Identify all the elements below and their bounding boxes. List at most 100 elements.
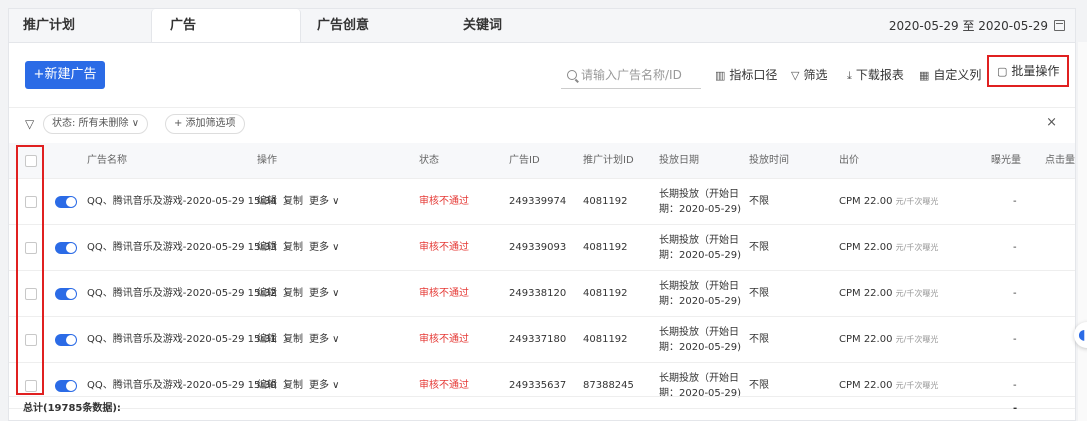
- schedule-date: 长期投放（开始日 期：2020-05-29): [659, 317, 741, 363]
- ad-name[interactable]: QQ、腾讯音乐及游戏-2020-05-29 15:34: [87, 179, 276, 225]
- col-exposure[interactable]: 曝光量: [991, 143, 1021, 179]
- columns-icon: ▦: [919, 69, 930, 82]
- schedule-time: 不限: [749, 288, 769, 299]
- ad-name[interactable]: QQ、腾讯音乐及游戏-2020-05-29 15:32: [87, 271, 276, 317]
- page-scrollbar[interactable]: [1078, 42, 1087, 421]
- edit-link[interactable]: 编辑: [257, 380, 277, 391]
- schedule-date: 长期投放（开始日 期：2020-05-29): [659, 225, 741, 271]
- more-link[interactable]: 更多 ∨: [309, 380, 340, 391]
- edit-link[interactable]: 编辑: [257, 334, 277, 345]
- funnel-icon: ▽: [25, 117, 35, 131]
- ad-name[interactable]: QQ、腾讯音乐及游戏-2020-05-29 15:33: [87, 225, 276, 271]
- bid-value: CPM 22.00: [839, 334, 893, 345]
- search-input[interactable]: [581, 68, 691, 82]
- copy-link[interactable]: 复制: [283, 288, 303, 299]
- schedule-date-line1: 长期投放（开始日: [659, 281, 739, 292]
- copy-link[interactable]: 复制: [283, 334, 303, 345]
- download-label: 下载报表: [855, 68, 904, 82]
- col-time[interactable]: 投放时间: [749, 143, 789, 179]
- row-toggle[interactable]: [55, 288, 77, 300]
- ad-id: 249339974: [509, 196, 567, 207]
- table-row: QQ、腾讯音乐及游戏-2020-05-29 15:34 编辑 复制 更多 ∨ 审核不…: [9, 179, 1075, 225]
- col-actions: 操作: [257, 155, 277, 166]
- download-icon: ⤓: [847, 69, 852, 82]
- ad-name[interactable]: QQ、腾讯音乐及游戏-2020-05-29 15:31: [87, 317, 276, 363]
- plan-id: 4081192: [583, 242, 628, 253]
- copy-link[interactable]: 复制: [283, 242, 303, 253]
- close-icon[interactable]: ×: [1046, 115, 1057, 130]
- copy-link[interactable]: 复制: [283, 380, 303, 391]
- status-badge: 审核不通过: [419, 334, 469, 345]
- new-ad-button[interactable]: +新建广告: [25, 61, 105, 89]
- schedule-date-line2: 期：2020-05-29): [659, 250, 742, 261]
- col-ad-id[interactable]: 广告ID: [509, 143, 540, 179]
- bid: CPM 22.00 元/千次曝光: [839, 271, 938, 317]
- download-report-button[interactable]: ⤓ 下载报表: [847, 61, 904, 89]
- exposure-value: -: [1013, 242, 1017, 253]
- row-toggle[interactable]: [55, 334, 77, 346]
- plan-id: 4081192: [583, 334, 628, 345]
- copy-link[interactable]: 复制: [283, 196, 303, 207]
- filter-bar: ▽ 状态: 所有未删除 ∨ + 添加筛选项 ×: [9, 107, 1075, 137]
- more-link[interactable]: 更多 ∨: [309, 334, 340, 345]
- edit-link[interactable]: 编辑: [257, 242, 277, 253]
- bid-value: CPM 22.00: [839, 196, 893, 207]
- schedule-date-line2: 期：2020-05-29): [659, 296, 742, 307]
- status-badge: 审核不通过: [419, 196, 469, 207]
- tab-campaigns[interactable]: 推广计划: [23, 9, 75, 43]
- bid: CPM 22.00 元/千次曝光: [839, 317, 938, 363]
- exposure-value: -: [1013, 288, 1017, 299]
- status-filter-chip[interactable]: 状态: 所有未删除 ∨: [43, 114, 149, 134]
- exposure-value: -: [1013, 196, 1017, 207]
- row-actions: 编辑 复制 更多 ∨: [257, 225, 346, 271]
- schedule-time: 不限: [749, 196, 769, 207]
- tab-ads[interactable]: 广告: [151, 9, 301, 44]
- row-actions: 编辑 复制 更多 ∨: [257, 179, 346, 225]
- col-ad-name[interactable]: 广告名称: [87, 143, 127, 179]
- col-bid[interactable]: 出价: [839, 143, 859, 179]
- col-clicks[interactable]: 点击量: [1045, 143, 1075, 179]
- custom-columns-button[interactable]: ▦ 自定义列: [919, 61, 981, 89]
- row-toggle[interactable]: [55, 380, 77, 392]
- schedule-date-line1: 长期投放（开始日: [659, 235, 739, 246]
- row-toggle[interactable]: [55, 242, 77, 254]
- date-range-picker[interactable]: 2020-05-29 至 2020-05-29: [889, 9, 1065, 43]
- add-filter-button[interactable]: + 添加筛选项: [165, 114, 245, 134]
- bid-value: CPM 22.00: [839, 380, 893, 391]
- bid-unit: 元/千次曝光: [895, 381, 939, 390]
- ads-panel: +新建广告 ▥指标口径 ▽筛选 ⤓下载报表 ▦自定义列 ▢批量操作 ▽ 状态: …: [8, 42, 1076, 421]
- schedule-time: 不限: [749, 334, 769, 345]
- ad-id: 249337180: [509, 334, 567, 345]
- schedule-date: 长期投放（开始日 期：2020-05-29): [659, 179, 741, 225]
- more-link[interactable]: 更多 ∨: [309, 288, 340, 299]
- batch-icon: ▢: [997, 65, 1008, 78]
- bid-value: CPM 22.00: [839, 288, 893, 299]
- status-badge: 审核不通过: [419, 288, 469, 299]
- filter-label: 筛选: [803, 68, 828, 82]
- bid-unit: 元/千次曝光: [895, 335, 939, 344]
- batch-operation-button[interactable]: ▢ 批量操作: [987, 55, 1070, 87]
- search-box[interactable]: [561, 61, 701, 89]
- row-actions: 编辑 复制 更多 ∨: [257, 271, 346, 317]
- schedule-date-line1: 长期投放（开始日: [659, 189, 739, 200]
- schedule-date-line1: 长期投放（开始日: [659, 327, 739, 338]
- table-row: QQ、腾讯音乐及游戏-2020-05-29 15:32 编辑 复制 更多 ∨ 审核不…: [9, 271, 1075, 317]
- filter-button[interactable]: ▽ 筛选: [791, 61, 827, 89]
- tab-keywords[interactable]: 关键词: [463, 9, 502, 43]
- tab-creatives[interactable]: 广告创意: [317, 9, 369, 43]
- funnel-icon: ▽: [791, 69, 800, 82]
- edit-link[interactable]: 编辑: [257, 196, 277, 207]
- col-status[interactable]: 状态: [419, 143, 439, 179]
- row-toggle[interactable]: [55, 196, 77, 208]
- schedule-date: 长期投放（开始日 期：2020-05-29): [659, 271, 741, 317]
- bid-unit: 元/千次曝光: [895, 243, 939, 252]
- date-range-text: 2020-05-29 至 2020-05-29: [888, 19, 1048, 33]
- col-date[interactable]: 投放日期: [659, 143, 699, 179]
- edit-link[interactable]: 编辑: [257, 288, 277, 299]
- tab-bar: 推广计划 广告 广告创意 关键词 2020-05-29 至 2020-05-29: [8, 8, 1076, 44]
- col-plan-id[interactable]: 推广计划ID: [583, 143, 634, 179]
- more-link[interactable]: 更多 ∨: [309, 196, 340, 207]
- table-row: QQ、腾讯音乐及游戏-2020-05-29 15:33 编辑 复制 更多 ∨ 审核不…: [9, 225, 1075, 271]
- metric-scope-button[interactable]: ▥ 指标口径: [715, 61, 777, 89]
- more-link[interactable]: 更多 ∨: [309, 242, 340, 253]
